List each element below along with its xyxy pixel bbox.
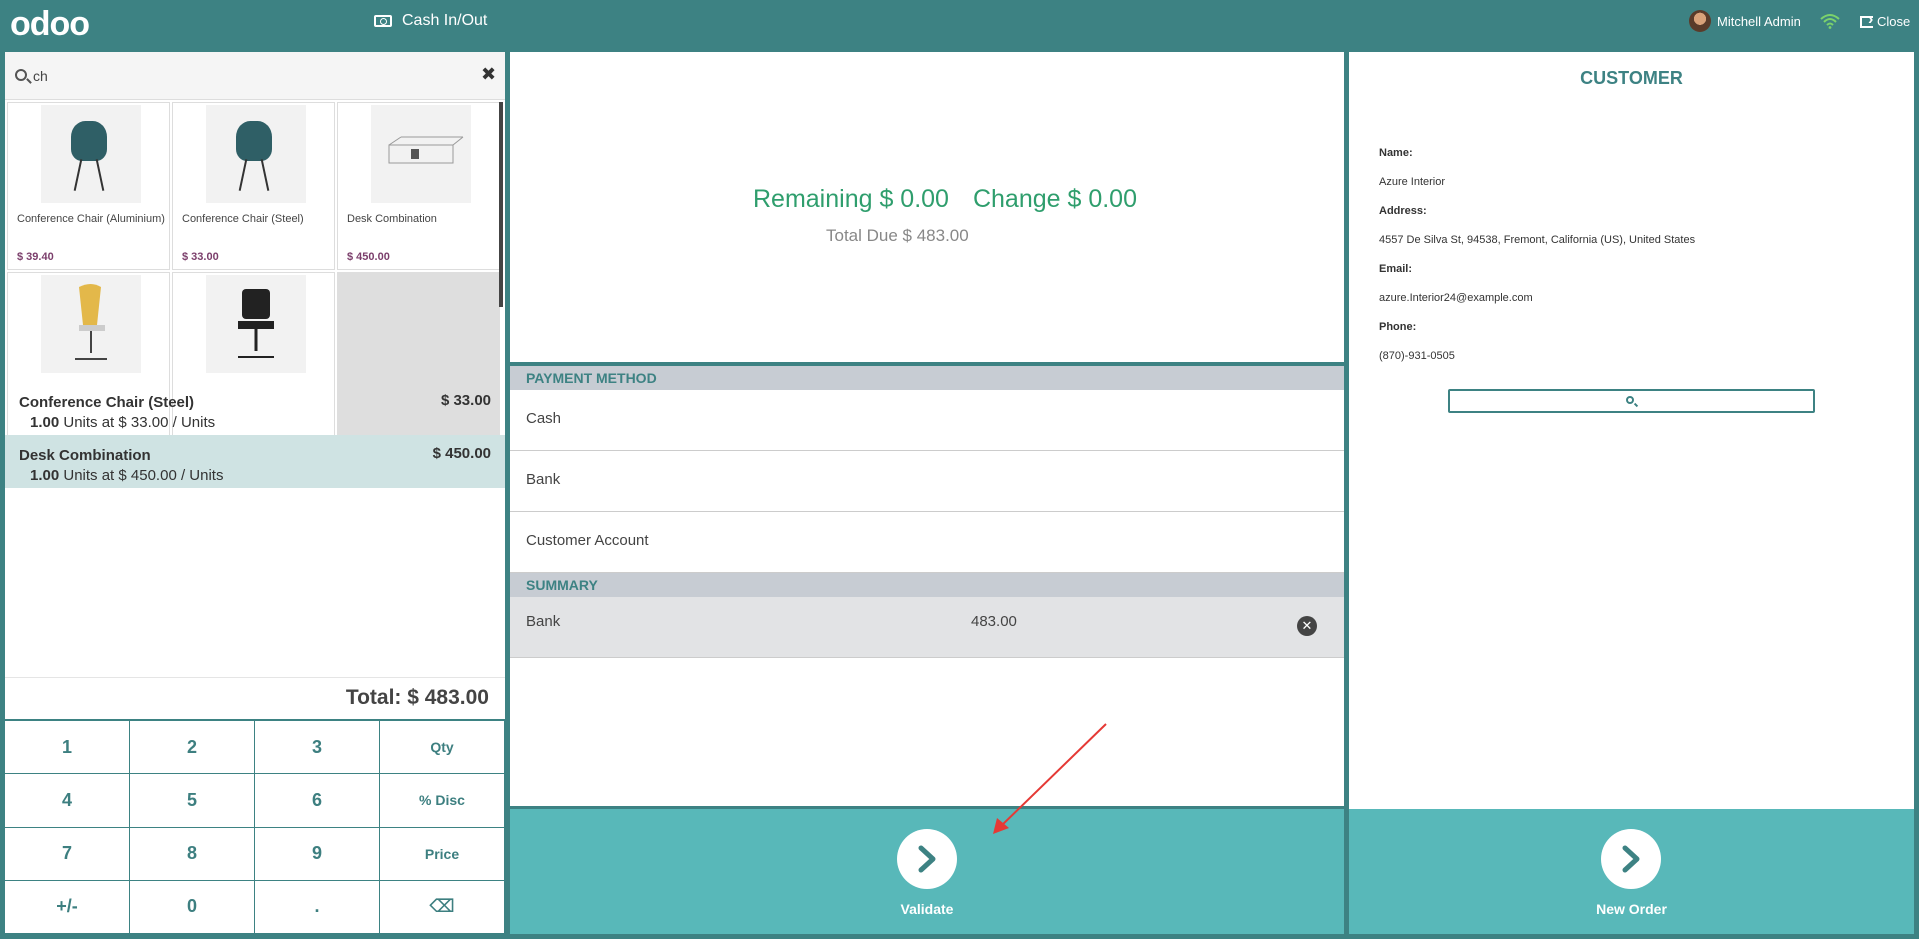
numpad-key-1[interactable]: 1 [5, 721, 130, 775]
customer-email-label: Email: [1379, 263, 1413, 275]
customer-phone: (870)-931-0505 [1379, 350, 1455, 362]
new-order-circle [1601, 829, 1661, 889]
order-line-name: Conference Chair (Steel) [19, 394, 195, 411]
total-due: Total Due $ 483.00 [826, 226, 969, 245]
product-name: Desk Combination [347, 213, 437, 225]
annotation-arrow [993, 723, 1107, 834]
remaining-amount: Remaining $ 0.00 [753, 185, 949, 213]
numpad-price-button[interactable]: Price [380, 827, 505, 881]
numpad-plus-minus-button[interactable]: +/- [5, 880, 130, 934]
customer-search-button[interactable] [1448, 389, 1815, 413]
numpad-discount-button[interactable]: % Disc [380, 774, 505, 828]
numpad-key-8[interactable]: 8 [130, 827, 255, 881]
order-line-price: $ 33.00 [440, 392, 491, 409]
search-icon [1626, 396, 1634, 404]
cash-in-out-button[interactable]: Cash In/Out [374, 12, 487, 30]
numpad-key-0[interactable]: 0 [130, 880, 255, 934]
numpad-key-9[interactable]: 9 [255, 827, 380, 881]
payment-method-cash[interactable]: Cash [510, 390, 1344, 451]
product-search-bar: ✖ [5, 52, 505, 100]
product-scrollbar[interactable] [499, 102, 503, 307]
numpad: 1 2 3 Qty 4 5 6 % Disc 7 8 9 Price +/- 0… [5, 719, 505, 934]
new-order-button[interactable]: New Order [1349, 809, 1914, 934]
customer-pane: CUSTOMER Name: Azure Interior Address: 4… [1349, 52, 1914, 934]
product-image [371, 105, 471, 203]
product-name: Conference Chair (Steel) [182, 213, 304, 225]
customer-email: azure.Interior24@example.com [1379, 292, 1533, 304]
customer-info: Name: Azure Interior Address: 4557 De Si… [1379, 147, 1695, 379]
numpad-key-4[interactable]: 4 [5, 774, 130, 828]
change-amount: Change $ 0.00 [972, 185, 1137, 213]
validate-label: Validate [900, 901, 954, 917]
payment-status: Remaining $ 0.00 Change $ 0.00 Total Due … [510, 52, 1344, 362]
order-line-detail: 1.00 Units at $ 450.00 / Units [30, 467, 224, 484]
order-line-selected[interactable]: Desk Combination $ 450.00 1.00 Units at … [5, 435, 505, 488]
product-price: $ 39.40 [17, 251, 54, 263]
user-menu[interactable]: Mitchell Admin [1689, 10, 1801, 32]
customer-name-label: Name: [1379, 147, 1413, 159]
summary-header: SUMMARY [510, 573, 1344, 597]
payment-pane: Remaining $ 0.00 Change $ 0.00 Total Due … [510, 52, 1344, 934]
product-search-input[interactable] [33, 64, 453, 88]
product-card[interactable]: Desk Combination $ 450.00 [337, 102, 500, 270]
payment-line-amount: 483.00 [971, 613, 1017, 630]
new-order-label: New Order [1596, 901, 1667, 917]
payment-method-header: PAYMENT METHOD [510, 366, 1344, 390]
delete-payment-icon[interactable]: ✕ [1297, 616, 1317, 636]
order-total: Total: $ 483.00 [5, 677, 505, 719]
product-name: Conference Chair (Aluminium) [17, 213, 165, 225]
payment-blank-area [510, 661, 1344, 806]
product-image [206, 275, 306, 373]
numpad-key-6[interactable]: 6 [255, 774, 380, 828]
payment-methods: PAYMENT METHOD Cash Bank Customer Accoun… [510, 366, 1344, 661]
avatar [1689, 10, 1711, 32]
user-name: Mitchell Admin [1717, 13, 1801, 29]
customer-address-label: Address: [1379, 205, 1427, 217]
numpad-key-5[interactable]: 5 [130, 774, 255, 828]
product-card[interactable]: Conference Chair (Aluminium) $ 39.40 [7, 102, 170, 270]
order-line[interactable]: Conference Chair (Steel) $ 33.00 1.00 Un… [5, 382, 505, 435]
product-image [41, 105, 141, 203]
cash-in-out-label: Cash In/Out [402, 12, 488, 29]
close-label: Close [1877, 14, 1911, 29]
order-line-detail: 1.00 Units at $ 33.00 / Units [30, 414, 216, 431]
customer-phone-label: Phone: [1379, 321, 1417, 333]
numpad-decimal-button[interactable]: . [255, 880, 380, 934]
clear-search-icon[interactable]: ✖ [481, 64, 496, 85]
customer-name: Azure Interior [1379, 176, 1446, 188]
product-image [206, 105, 306, 203]
customer-title: CUSTOMER [1580, 68, 1683, 88]
order-line-name: Desk Combination [19, 447, 151, 464]
payment-method-customer-account[interactable]: Customer Account [510, 512, 1344, 573]
product-price: $ 33.00 [182, 251, 219, 263]
product-price: $ 450.00 [347, 251, 390, 263]
close-button[interactable]: Close [1860, 11, 1911, 29]
chevron-right-icon [1622, 845, 1640, 873]
payment-line-method: Bank [526, 613, 561, 630]
cash-icon [374, 15, 392, 27]
numpad-qty-button[interactable]: Qty [380, 721, 505, 775]
chevron-right-icon [918, 845, 936, 873]
wifi-icon [1820, 14, 1840, 29]
customer-address: 4557 De Silva St, 94538, Fremont, Califo… [1379, 234, 1696, 246]
sign-out-icon [1860, 11, 1873, 29]
payment-method-bank[interactable]: Bank [510, 451, 1344, 512]
payment-line[interactable]: Bank 483.00 ✕ [510, 597, 1344, 658]
odoo-logo: odoo [10, 5, 90, 43]
order-line-price: $ 450.00 [432, 445, 491, 462]
validate-button[interactable]: Validate [510, 809, 1344, 934]
backspace-icon[interactable]: ⌫ [380, 880, 505, 934]
order-lines: Conference Chair (Steel) $ 33.00 1.00 Un… [5, 382, 505, 488]
remaining-change: Remaining $ 0.00 Change $ 0.00 [753, 185, 1161, 214]
product-image [41, 275, 141, 373]
customer-details: CUSTOMER Name: Azure Interior Address: 4… [1349, 52, 1914, 809]
product-pane: ✖ Conference Chair (Aluminium) $ 39.40 C… [5, 52, 505, 934]
numpad-key-7[interactable]: 7 [5, 827, 130, 881]
numpad-key-2[interactable]: 2 [130, 721, 255, 775]
numpad-key-3[interactable]: 3 [255, 721, 380, 775]
search-icon [15, 69, 27, 81]
top-bar: odoo Cash In/Out Mitchell Admin Close [0, 0, 1919, 49]
product-card[interactable]: Conference Chair (Steel) $ 33.00 [172, 102, 335, 270]
validate-circle [897, 829, 957, 889]
